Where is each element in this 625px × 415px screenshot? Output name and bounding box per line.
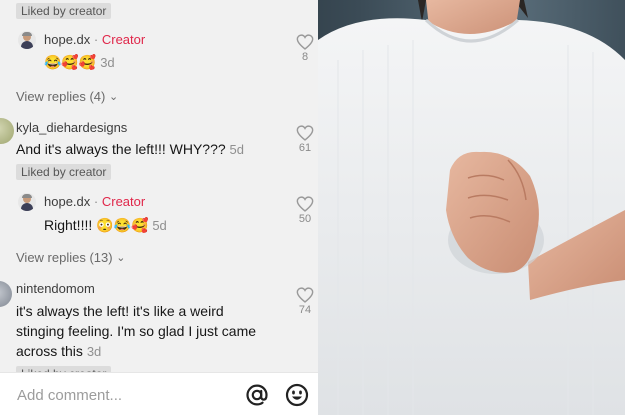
- separator-dot: ·: [93, 194, 99, 209]
- comment-username[interactable]: nintendomom: [16, 281, 95, 296]
- creator-avatar[interactable]: [18, 31, 36, 49]
- reply-body: 😂🥰🥰: [44, 54, 97, 70]
- comment-body: And it's always the left!!! WHY???: [16, 141, 226, 157]
- like-count: 8: [301, 51, 309, 63]
- comment-text-line-1: it's always the left! it's like a weird: [16, 303, 224, 319]
- username-text[interactable]: hope.dx: [44, 194, 90, 209]
- chevron-down-icon[interactable]: ⌄: [109, 90, 118, 103]
- reply-username[interactable]: hope.dx · Creator: [44, 194, 145, 209]
- comment-composer: [0, 372, 318, 415]
- user-avatar[interactable]: [0, 118, 14, 144]
- creator-label: Creator: [101, 194, 146, 209]
- comment-text-line-2: stinging feeling. I'm so glad I just cam…: [16, 323, 257, 339]
- woman-hand-on-chest-illustration: [318, 0, 625, 415]
- comment-text: And it's always the left!!! WHY??? 5d: [16, 139, 244, 160]
- creator-avatar[interactable]: [18, 193, 36, 211]
- like-count: 61: [298, 142, 312, 154]
- like-button[interactable]: 61: [293, 125, 317, 154]
- reply-body: Right!!!! 😳😂🥰: [44, 217, 149, 233]
- comment-body: across this: [16, 343, 83, 359]
- comment-time: 5d: [229, 142, 245, 157]
- username-text[interactable]: hope.dx: [44, 32, 90, 47]
- liked-by-creator-badge: Liked by creator: [16, 3, 112, 19]
- comment-time: 3d: [86, 344, 102, 359]
- reply-time: 3d: [100, 55, 115, 70]
- view-replies-link[interactable]: View replies (13) ⌄: [16, 250, 125, 265]
- user-avatar[interactable]: [0, 281, 12, 307]
- photo: [318, 0, 625, 415]
- view-replies-label[interactable]: View replies (4): [16, 89, 105, 104]
- reply-text: Right!!!! 😳😂🥰 5d: [44, 215, 167, 236]
- reply-time: 5d: [152, 218, 167, 233]
- view-replies-label[interactable]: View replies (13): [16, 250, 113, 265]
- view-replies-link[interactable]: View replies (4) ⌄: [16, 89, 118, 104]
- like-count: 50: [298, 213, 312, 225]
- heart-icon[interactable]: [296, 125, 314, 141]
- like-button[interactable]: 50: [293, 196, 317, 225]
- heart-icon[interactable]: [296, 287, 314, 303]
- comment-input[interactable]: [8, 380, 238, 410]
- chevron-down-icon[interactable]: ⌄: [116, 251, 125, 264]
- reply-text: 😂🥰🥰 3d: [44, 52, 115, 73]
- creator-label: Creator: [101, 32, 146, 47]
- heart-icon[interactable]: [296, 196, 314, 212]
- like-button[interactable]: 74: [293, 287, 317, 316]
- emoji-icon[interactable]: [284, 382, 310, 408]
- comment-text-line-3: across this 3d: [16, 341, 101, 362]
- like-count: 74: [298, 304, 312, 316]
- comment-username[interactable]: kyla_diehardesigns: [16, 120, 127, 135]
- heart-icon[interactable]: [296, 34, 314, 50]
- like-button[interactable]: 8: [293, 34, 317, 63]
- separator-dot: ·: [93, 32, 99, 47]
- at-icon[interactable]: [244, 382, 270, 408]
- comments-panel: Liked by creator hope.dx · Creator 😂🥰🥰 3…: [0, 0, 318, 415]
- liked-by-creator-badge: Liked by creator: [16, 164, 112, 180]
- reply-username[interactable]: hope.dx · Creator: [44, 32, 145, 47]
